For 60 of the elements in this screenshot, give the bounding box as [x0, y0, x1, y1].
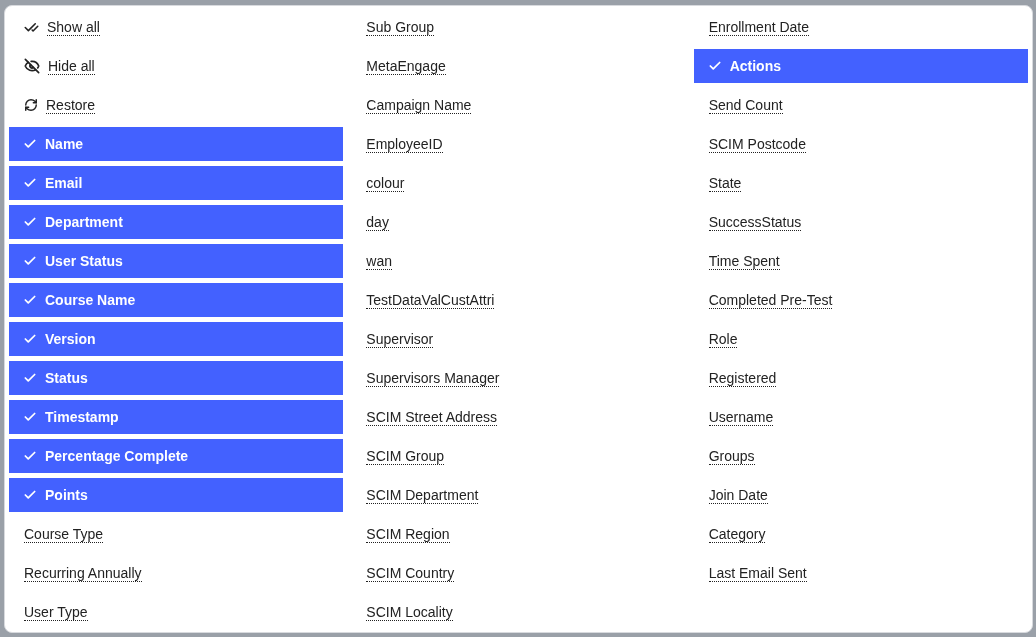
- column-option[interactable]: SCIM Country: [351, 556, 686, 590]
- column-option[interactable]: day: [351, 205, 686, 239]
- check-icon: [23, 332, 37, 346]
- column-option[interactable]: Registered: [693, 361, 1028, 395]
- column-option[interactable]: Timestamp: [9, 400, 344, 434]
- column-option[interactable]: SCIM Postcode: [693, 127, 1028, 161]
- column-option[interactable]: Status: [9, 361, 344, 395]
- column-option[interactable]: Campaign Name: [351, 88, 686, 122]
- column-option[interactable]: Time Spent: [693, 244, 1028, 278]
- column-option[interactable]: Send Count: [693, 88, 1028, 122]
- column-option[interactable]: SuccessStatus: [693, 205, 1028, 239]
- column-option[interactable]: Email: [9, 166, 344, 200]
- action-button[interactable]: Hide all: [9, 49, 344, 83]
- action-button[interactable]: Show all: [9, 10, 344, 44]
- column-option[interactable]: MetaEngage: [351, 49, 686, 83]
- column-option[interactable]: TestDataValCustAttri: [351, 283, 686, 317]
- column-option[interactable]: Groups: [693, 439, 1028, 473]
- column-option[interactable]: Supervisor: [351, 322, 686, 356]
- check-icon: [23, 293, 37, 307]
- check-icon: [23, 449, 37, 463]
- column-option[interactable]: Percentage Complete: [9, 439, 344, 473]
- column-option[interactable]: Join Date: [693, 478, 1028, 512]
- column-option[interactable]: Actions: [693, 49, 1028, 83]
- column-option[interactable]: Version: [9, 322, 344, 356]
- column-option[interactable]: Recurring Annually: [9, 556, 344, 590]
- column-option[interactable]: User Status: [9, 244, 344, 278]
- check-icon: [23, 371, 37, 385]
- action-button[interactable]: Restore: [9, 88, 344, 122]
- column-option[interactable]: State: [693, 166, 1028, 200]
- column-option[interactable]: SCIM Group: [351, 439, 686, 473]
- column-option[interactable]: Sub Group: [351, 10, 686, 44]
- column-option[interactable]: colour: [351, 166, 686, 200]
- column-option[interactable]: Department: [9, 205, 344, 239]
- check-icon: [707, 59, 722, 73]
- column-option[interactable]: Completed Pre-Test: [693, 283, 1028, 317]
- column-option[interactable]: SCIM Department: [351, 478, 686, 512]
- column-option[interactable]: Last Email Sent: [693, 556, 1028, 590]
- column-option[interactable]: Role: [693, 322, 1028, 356]
- column-option[interactable]: wan: [351, 244, 686, 278]
- column-option[interactable]: Supervisors Manager: [351, 361, 686, 395]
- check-icon: [23, 137, 37, 151]
- column-option[interactable]: Username: [693, 400, 1028, 434]
- column-option[interactable]: Enrollment Date: [693, 10, 1028, 44]
- column-option[interactable]: Name: [9, 127, 344, 161]
- column-option[interactable]: User Type: [9, 595, 344, 629]
- check-icon: [23, 254, 37, 268]
- column-option[interactable]: EmployeeID: [351, 127, 686, 161]
- column-option[interactable]: Course Type: [9, 517, 344, 551]
- check-icon: [23, 410, 37, 424]
- column-option[interactable]: SCIM Region: [351, 517, 686, 551]
- column-option[interactable]: Points: [9, 478, 344, 512]
- check-icon: [23, 488, 37, 502]
- column-option[interactable]: Course Name: [9, 283, 344, 317]
- check-icon: [23, 215, 37, 229]
- column-option[interactable]: Category: [693, 517, 1028, 551]
- column-option[interactable]: SCIM Locality: [351, 595, 686, 629]
- check-icon: [23, 176, 37, 190]
- eye-off-icon: [24, 58, 40, 74]
- refresh-icon: [24, 98, 38, 112]
- column-option[interactable]: SCIM Street Address: [351, 400, 686, 434]
